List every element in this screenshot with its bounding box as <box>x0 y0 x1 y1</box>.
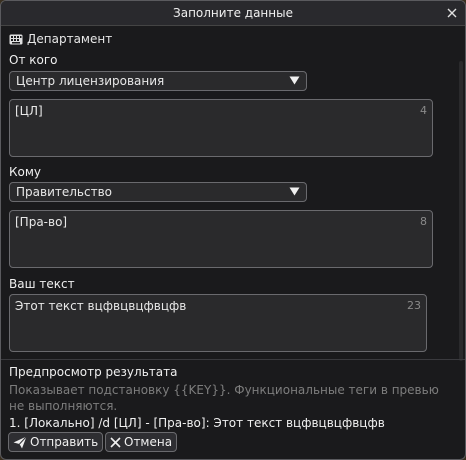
to-select-value: Правительство <box>16 185 112 199</box>
to-tag-field[interactable]: [Пра-во] 8 <box>9 210 433 268</box>
chevron-down-icon <box>289 76 300 85</box>
dialog-title: Заполните данные <box>173 6 293 20</box>
from-select[interactable]: Центр лицензирования <box>9 71 307 91</box>
to-tag-text: [Пра-во] <box>15 215 68 229</box>
section-header: Департамент <box>9 31 112 47</box>
chevron-down-icon <box>289 187 300 196</box>
send-icon <box>13 435 27 448</box>
scrollbar[interactable] <box>459 61 463 361</box>
preview-title: Предпросмотр результата <box>9 365 178 379</box>
divider <box>1 359 465 360</box>
message-text: Этот текст вцфвцвцфвцфв <box>15 299 187 313</box>
from-tag-count: 4 <box>420 104 427 117</box>
to-tag-count: 8 <box>420 215 427 228</box>
title-bar: Заполните данные <box>1 1 465 26</box>
to-select[interactable]: Правительство <box>9 182 307 202</box>
from-label: От кого <box>9 53 58 67</box>
cancel-button-label: Отмена <box>124 435 173 449</box>
keyboard-icon <box>9 34 23 44</box>
close-button[interactable] <box>443 4 461 22</box>
from-select-value: Центр лицензирования <box>16 74 165 88</box>
message-count: 23 <box>407 299 421 312</box>
section-title: Департамент <box>27 32 113 46</box>
preview-hint: Показывает подстановку {{KEY}}. Функцион… <box>9 383 439 413</box>
close-icon <box>110 436 121 448</box>
cancel-button[interactable]: Отмена <box>105 432 178 452</box>
to-label: Кому <box>9 165 42 179</box>
from-tag-field[interactable]: [ЦЛ] 4 <box>9 99 433 157</box>
from-tag-text: [ЦЛ] <box>15 104 43 118</box>
send-button-label: Отправить <box>30 435 99 449</box>
dialog-window: Заполните данные Департамент От кого Цен… <box>0 0 466 460</box>
message-label: Ваш текст <box>9 277 75 291</box>
close-icon <box>447 8 457 18</box>
send-button[interactable]: Отправить <box>8 432 104 452</box>
preview-result: 1. [Локально] /d [ЦЛ] - [Пра-во]: Этот т… <box>9 416 385 430</box>
message-field[interactable]: Этот текст вцфвцвцфвцфв 23 <box>9 294 427 352</box>
